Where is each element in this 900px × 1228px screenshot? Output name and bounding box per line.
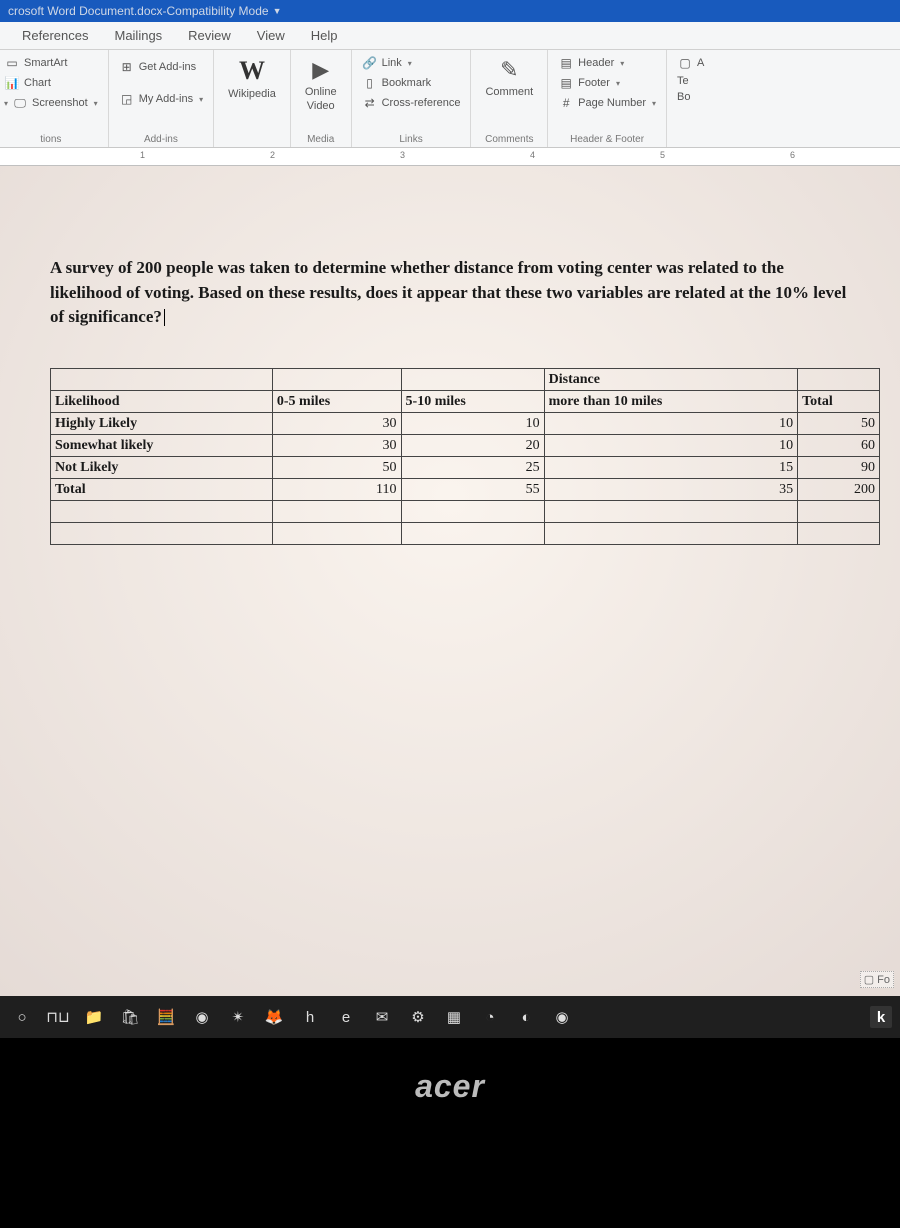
tab-help[interactable]: Help: [307, 26, 342, 45]
addins-group-label: Add-ins: [117, 132, 205, 145]
table-row[interactable]: Highly Likely 30 10 10 50: [51, 412, 880, 434]
header-button[interactable]: ▤ Header ▾: [556, 54, 658, 72]
footer-icon: ▤: [558, 75, 574, 91]
mail-icon[interactable]: ✉: [368, 1003, 396, 1031]
header-icon: ▤: [558, 55, 574, 71]
minecraft-icon[interactable]: ▦: [440, 1003, 468, 1031]
tab-mailings[interactable]: Mailings: [110, 26, 166, 45]
footer-button[interactable]: ▤ Footer ▾: [556, 74, 658, 92]
chrome-icon[interactable]: ◉: [548, 1003, 576, 1031]
taskbar: ○ ⊓⊔ 📁 🛍 🧮 ◉ ✴ 🦊 he ✉ ⚙ ▦ ◔ ◐ ◉ k: [0, 996, 900, 1038]
edge-icon[interactable]: e: [332, 1003, 360, 1031]
distance-header[interactable]: Distance: [544, 368, 797, 390]
document-name: crosoft Word Document.docx: [8, 4, 163, 18]
page-number-icon: #: [558, 95, 574, 111]
media-group-label: Media: [299, 132, 343, 145]
search-circle-icon[interactable]: ○: [8, 1003, 36, 1031]
store-icon[interactable]: 🛍: [116, 1003, 144, 1031]
headerfooter-group-label: Header & Footer: [556, 132, 658, 145]
ribbon: ▭ SmartArt 📊 Chart ▾ 🖵 Screenshot ▾ tion…: [0, 50, 900, 148]
chevron-down-icon: ▾: [408, 59, 412, 68]
my-addins-button[interactable]: ◲ My Add-ins ▾: [117, 90, 205, 108]
text-te-button[interactable]: Te: [675, 74, 706, 88]
wikipedia-icon: W: [239, 56, 265, 86]
horizontal-ruler[interactable]: 1 2 3 4 5 6: [0, 148, 900, 166]
table-row[interactable]: Distance: [51, 368, 880, 390]
file-explorer-icon[interactable]: 📁: [80, 1003, 108, 1031]
monitor-brand: acer: [415, 1068, 485, 1105]
ribbon-tabs: References Mailings Review View Help: [0, 22, 900, 50]
screenshot-button[interactable]: ▾ 🖵 Screenshot ▾: [2, 94, 100, 112]
settings-icon[interactable]: ⚙: [404, 1003, 432, 1031]
comment-button[interactable]: ✎ Comment: [479, 54, 539, 100]
chevron-down-icon: ▾: [4, 99, 8, 108]
document-paragraph[interactable]: A survey of 200 people was taken to dete…: [50, 256, 850, 330]
text-cursor: [164, 309, 165, 326]
links-group-label: Links: [360, 132, 463, 145]
calculator-icon[interactable]: 🧮: [152, 1003, 180, 1031]
app-icon-2[interactable]: ◐: [512, 1003, 540, 1031]
discord-icon[interactable]: ◔: [476, 1003, 504, 1031]
text-box-icon: ▢: [677, 55, 693, 71]
table-row[interactable]: Not Likely 50 25 15 90: [51, 456, 880, 478]
tab-references[interactable]: References: [18, 26, 92, 45]
chevron-down-icon: ▾: [652, 99, 656, 108]
comment-icon: ✎: [495, 56, 523, 84]
link-icon: 🔗: [362, 55, 378, 71]
tab-view[interactable]: View: [253, 26, 289, 45]
link-button[interactable]: 🔗 Link ▾: [360, 54, 463, 72]
chevron-down-icon: ▾: [620, 59, 624, 68]
tab-review[interactable]: Review: [184, 26, 235, 45]
table-row[interactable]: Somewhat likely 30 20 10 60: [51, 434, 880, 456]
document-area[interactable]: A survey of 200 people was taken to dete…: [0, 166, 900, 996]
illustrations-group-label: tions: [2, 132, 100, 145]
cross-reference-button[interactable]: ⇄ Cross-reference: [360, 94, 463, 112]
get-addins-button[interactable]: ⊞ Get Add-ins: [117, 58, 205, 76]
firefox-icon[interactable]: 🦊: [260, 1003, 288, 1031]
bookmark-button[interactable]: ▯ Bookmark: [360, 74, 463, 92]
focus-icon: ▢: [864, 974, 874, 986]
k-app-icon[interactable]: k: [870, 1006, 892, 1028]
table-row[interactable]: [51, 522, 880, 544]
focus-mode-badge[interactable]: ▢ Fo: [860, 971, 894, 988]
comments-group-label: Comments: [479, 132, 539, 145]
smartart-button[interactable]: ▭ SmartArt: [2, 54, 100, 72]
cross-reference-icon: ⇄: [362, 95, 378, 111]
data-table[interactable]: Distance Likelihood 0-5 miles 5-10 miles…: [50, 368, 880, 545]
screenshot-icon: 🖵: [12, 95, 28, 111]
chevron-down-icon: ▾: [616, 79, 620, 88]
chart-icon: 📊: [4, 75, 20, 91]
online-video-button[interactable]: ▶ Online Video: [299, 54, 343, 114]
table-row[interactable]: [51, 500, 880, 522]
bookmark-icon: ▯: [362, 75, 378, 91]
chevron-down-icon: ▾: [94, 99, 98, 108]
store-icon: ⊞: [119, 59, 135, 75]
addins-icon: ◲: [119, 91, 135, 107]
compatibility-mode: Compatibility Mode: [167, 4, 269, 18]
title-dropdown-icon[interactable]: ▼: [273, 6, 282, 16]
table-row[interactable]: Likelihood 0-5 miles 5-10 miles more tha…: [51, 390, 880, 412]
text-box-a-button[interactable]: ▢ A: [675, 54, 706, 72]
online-video-icon: ▶: [307, 56, 335, 84]
page-number-button[interactable]: # Page Number ▾: [556, 94, 658, 112]
steam-icon[interactable]: ◉: [188, 1003, 216, 1031]
text-bo-button[interactable]: Bo: [675, 90, 706, 104]
app-icon-1[interactable]: ✴: [224, 1003, 252, 1031]
table-row[interactable]: Total 110 55 35 200: [51, 478, 880, 500]
task-view-icon[interactable]: ⊓⊔: [44, 1003, 72, 1031]
smartart-icon: ▭: [4, 55, 20, 71]
title-bar: crosoft Word Document.docx - Compatibili…: [0, 0, 900, 22]
wikipedia-button[interactable]: W Wikipedia: [222, 54, 282, 102]
chevron-down-icon: ▾: [199, 95, 203, 104]
chart-button[interactable]: 📊 Chart: [2, 74, 100, 92]
h-icon[interactable]: h: [296, 1003, 324, 1031]
